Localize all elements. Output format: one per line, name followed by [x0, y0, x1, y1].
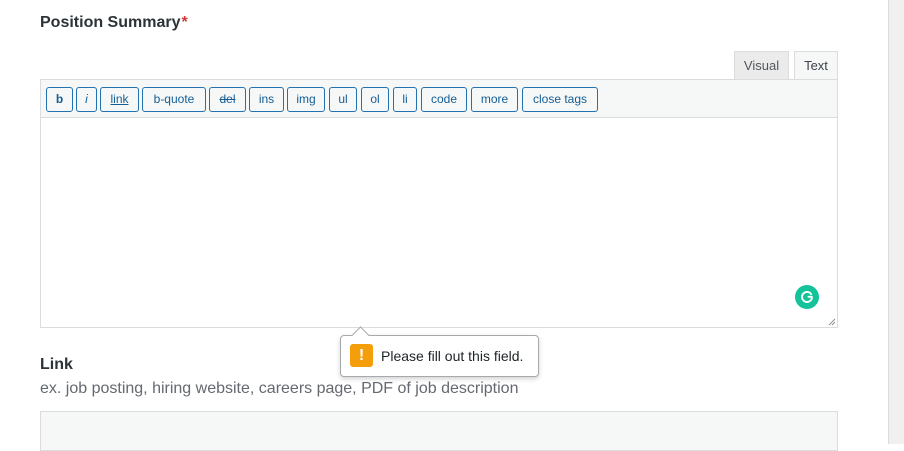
li-button[interactable]: li	[393, 87, 417, 112]
blockquote-button[interactable]: b-quote	[142, 87, 206, 112]
grammarly-icon[interactable]	[795, 285, 819, 309]
ins-button[interactable]: ins	[249, 87, 284, 112]
ul-button[interactable]: ul	[329, 87, 357, 112]
bold-button[interactable]: b	[46, 87, 73, 112]
del-button[interactable]: del	[209, 87, 246, 112]
resize-handle-icon[interactable]	[828, 318, 836, 326]
required-asterisk: *	[181, 14, 188, 31]
tab-visual[interactable]: Visual	[734, 51, 789, 80]
quicktags-toolbar: b i link b-quote del ins img ul ol li co…	[40, 79, 838, 117]
link-label: Link	[40, 356, 73, 373]
tooltip-arrow	[351, 326, 370, 345]
tab-text[interactable]: Text	[794, 51, 838, 80]
position-summary-textarea[interactable]	[40, 117, 838, 328]
warning-icon: !	[350, 344, 373, 367]
position-summary-label: Position Summary*	[40, 14, 188, 32]
validation-message: Please fill out this field.	[381, 348, 524, 364]
position-summary-label-text: Position Summary	[40, 14, 181, 31]
link-button[interactable]: link	[100, 87, 139, 112]
code-button[interactable]: code	[421, 87, 467, 112]
link-description: ex. job posting, hiring website, careers…	[40, 380, 519, 397]
validation-tooltip: ! Please fill out this field.	[340, 326, 539, 377]
close-tags-button[interactable]: close tags	[522, 87, 598, 112]
ol-button[interactable]: ol	[361, 87, 389, 112]
more-button[interactable]: more	[471, 87, 518, 112]
img-button[interactable]: img	[287, 87, 325, 112]
page-right-edge	[888, 0, 904, 444]
italic-button[interactable]: i	[76, 87, 97, 112]
link-input[interactable]	[40, 411, 838, 451]
grammarly-g-glyph	[801, 291, 813, 303]
